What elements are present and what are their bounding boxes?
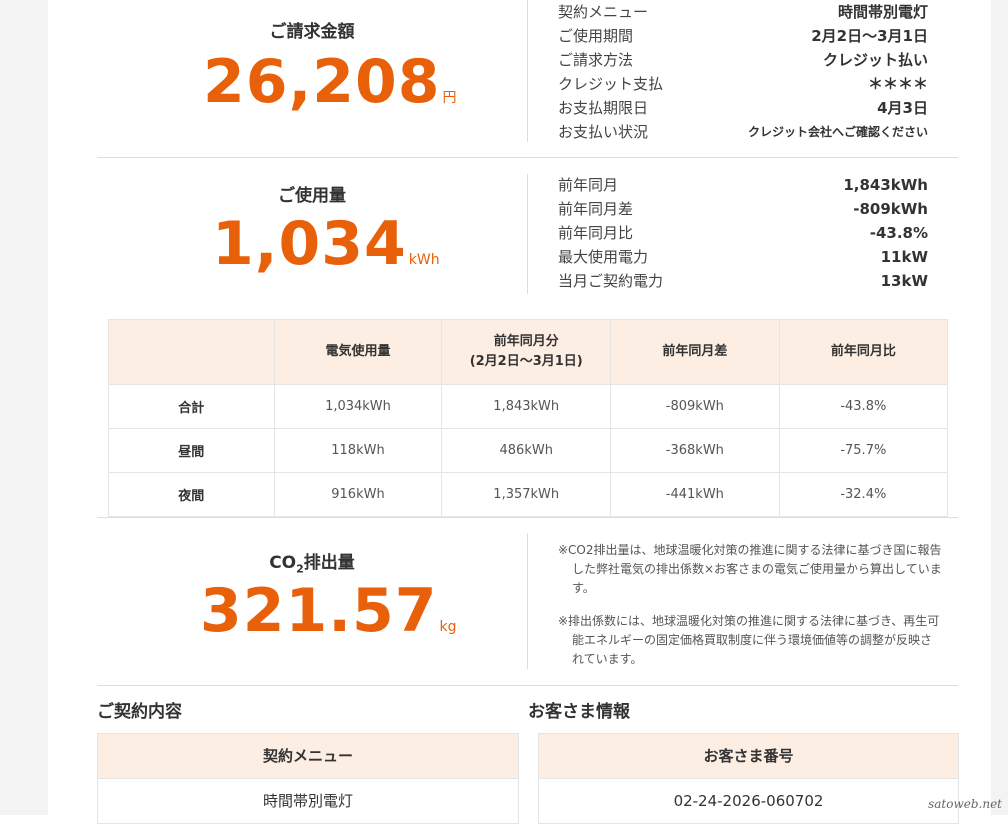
table-row-head: 昼間 — [108, 428, 275, 473]
usage-amount: 1,034 kWh — [212, 209, 440, 279]
table-cell: -75.7% — [778, 428, 949, 473]
customer-card-head: お客さま番号 — [539, 734, 958, 779]
usage-label: ご使用量 — [278, 186, 346, 206]
contract-title: ご契約内容 — [97, 702, 182, 722]
billing-divider — [527, 0, 528, 142]
detail-row-prev-ratio: 前年同月比 -43.8% — [558, 224, 928, 242]
co2-label: CO2排出量 — [269, 553, 355, 576]
detail-row-contract-power: 当月ご契約電力 13kW — [558, 272, 928, 290]
table-cell: -368kWh — [610, 428, 780, 473]
table-header-diff: 前年同月差 — [610, 319, 780, 385]
detail-row-period: ご使用期間 2月2日〜3月1日 — [558, 27, 928, 45]
table-cell: 118kWh — [273, 428, 443, 473]
co2-unit: kg — [439, 619, 457, 635]
separator — [97, 517, 958, 518]
table-header-blank — [108, 319, 275, 385]
table-row: 合計 1,034kWh 1,843kWh -809kWh -43.8% — [108, 384, 949, 429]
table-cell: 1,843kWh — [441, 384, 612, 429]
right-scroll-gutter — [991, 0, 1008, 815]
table-header-row: 電気使用量 前年同月分 (2月2日〜3月1日) 前年同月差 前年同月比 — [108, 319, 949, 385]
co2-note-1: ※CO2排出量は、地球温暖化対策の推進に関する法律に基づき国に報告した弊社電気の… — [558, 543, 942, 595]
co2-divider — [527, 533, 528, 669]
watermark: satoweb.net — [928, 797, 1002, 811]
table-cell: -441kWh — [610, 472, 780, 517]
table-cell: -32.4% — [778, 472, 949, 517]
table-cell: 1,034kWh — [273, 384, 443, 429]
table-cell: 486kWh — [441, 428, 612, 473]
usage-details: 前年同月 1,843kWh 前年同月差 -809kWh 前年同月比 -43.8% 最大… — [558, 173, 928, 293]
billing-unit: 円 — [442, 90, 457, 106]
table-row: 夜間 916kWh 1,357kWh -441kWh -32.4% — [108, 472, 949, 517]
contract-card: 契約メニュー 時間帯別電灯 — [97, 733, 519, 824]
usage-comparison-table: 電気使用量 前年同月分 (2月2日〜3月1日) 前年同月差 前年同月比 合計 1,… — [108, 319, 949, 517]
billing-amount: 26,208 円 — [203, 47, 457, 117]
separator — [97, 685, 958, 686]
detail-row-method: ご請求方法 クレジット払い — [558, 51, 928, 69]
co2-amount: 321.57 kg — [200, 576, 457, 646]
table-row-head: 夜間 — [108, 472, 275, 517]
co2-note-2: ※排出係数には、地球温暖化対策の推進に関する法律に基づき、再生可能エネルギーの固… — [558, 614, 940, 666]
table-cell: 916kWh — [273, 472, 443, 517]
detail-row-credit: クレジット支払 ＊＊＊＊ — [558, 75, 928, 93]
detail-row-due: お支払期限日 4月3日 — [558, 99, 928, 117]
contract-card-head: 契約メニュー — [98, 734, 518, 779]
table-cell: -43.8% — [778, 384, 949, 429]
customer-card: お客さま番号 02-24-2026-060702 — [538, 733, 959, 824]
table-cell: -809kWh — [610, 384, 780, 429]
contract-card-value: 時間帯別電灯 — [262, 792, 353, 810]
usage-unit: kWh — [408, 252, 440, 268]
table-row-head: 合計 — [108, 384, 275, 429]
customer-card-value: 02-24-2026-060702 — [673, 792, 824, 810]
usage-divider — [527, 174, 528, 294]
detail-row-prev-year: 前年同月 1,843kWh — [558, 176, 928, 194]
table-header-ratio: 前年同月比 — [778, 319, 949, 385]
left-gutter — [0, 0, 48, 815]
separator — [97, 157, 958, 158]
customer-title: お客さま情報 — [528, 702, 630, 722]
detail-row-max-power: 最大使用電力 11kW — [558, 248, 928, 266]
table-header-usage: 電気使用量 — [273, 319, 443, 385]
table-header-prev-year: 前年同月分 (2月2日〜3月1日) — [441, 319, 612, 385]
detail-row-status: お支払い状況 クレジット会社へご確認ください — [558, 123, 928, 141]
detail-row-menu: 契約メニュー 時間帯別電灯 — [558, 3, 928, 21]
table-cell: 1,357kWh — [441, 472, 612, 517]
table-row: 昼間 118kWh 486kWh -368kWh -75.7% — [108, 428, 949, 473]
detail-row-prev-diff: 前年同月差 -809kWh — [558, 200, 928, 218]
billing-details: 契約メニュー 時間帯別電灯 ご使用期間 2月2日〜3月1日 ご請求方法 クレジット払い… — [558, 0, 928, 144]
billing-label: ご請求金額 — [269, 22, 355, 42]
